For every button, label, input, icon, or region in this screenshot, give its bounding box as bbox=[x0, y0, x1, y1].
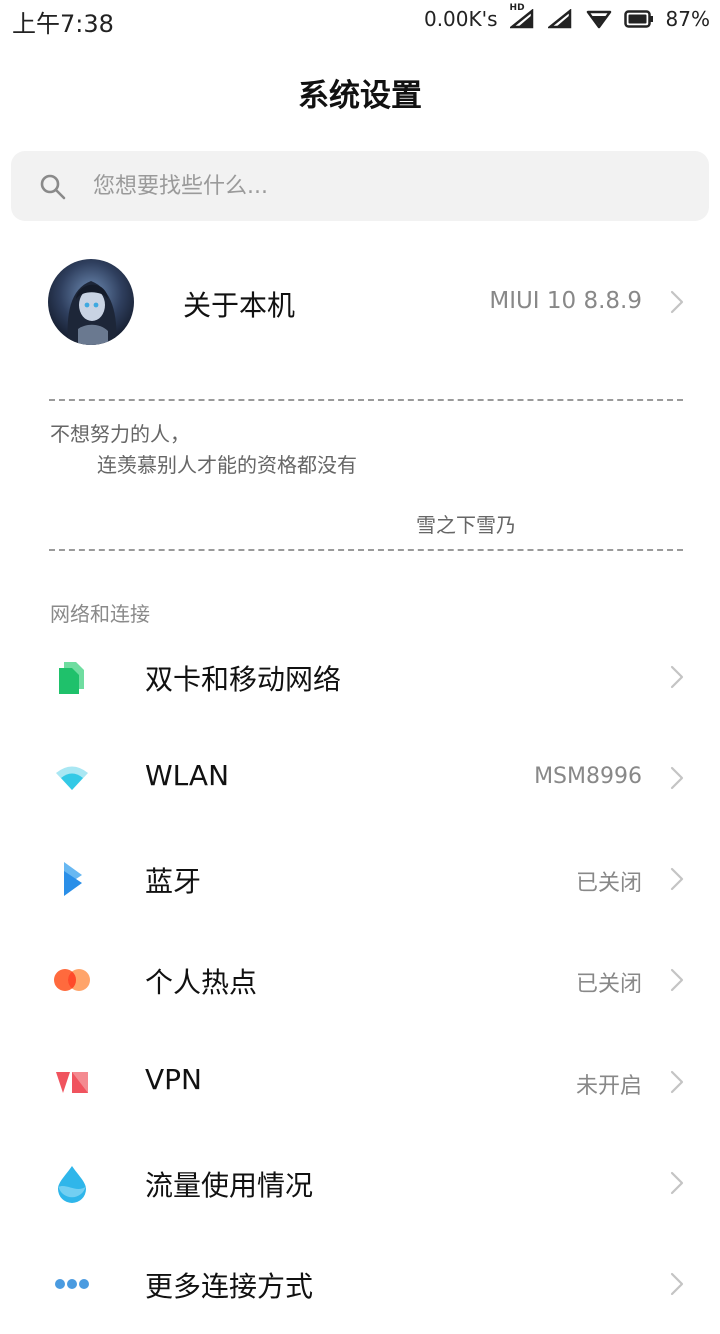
quote-author: 雪之下雪乃 bbox=[416, 513, 516, 537]
settings-item-value: 已关闭 bbox=[575, 972, 642, 997]
data-usage-icon bbox=[58, 1166, 86, 1203]
settings-item-label: WLAN bbox=[145, 759, 230, 792]
status-indicators: 0.00K's HD 87% bbox=[423, 3, 710, 32]
chevron-right-icon bbox=[670, 867, 684, 891]
search-icon bbox=[40, 174, 66, 200]
settings-item-label: 双卡和移动网络 bbox=[145, 663, 342, 696]
miui-version: MIUI 10 8.8.9 bbox=[489, 288, 642, 314]
settings-item-value: MSM8996 bbox=[534, 764, 642, 789]
hd-tag: HD bbox=[509, 3, 525, 13]
chevron-right-icon bbox=[670, 1070, 684, 1094]
settings-item-hotspot[interactable]: 个人热点 已关闭 bbox=[0, 930, 720, 1030]
settings-item-bluetooth[interactable]: 蓝牙 已关闭 bbox=[0, 829, 720, 929]
chevron-right-icon bbox=[670, 290, 684, 314]
chevron-right-icon bbox=[670, 1272, 684, 1296]
search-box[interactable] bbox=[11, 151, 709, 221]
settings-item-vpn[interactable]: VPN 未开启 bbox=[0, 1032, 720, 1132]
chevron-right-icon bbox=[670, 1171, 684, 1195]
network-speed: 0.00K's bbox=[423, 7, 498, 31]
settings-item-more-connections[interactable]: 更多连接方式 bbox=[0, 1234, 720, 1334]
signal-icon bbox=[547, 9, 574, 29]
settings-item-label: 个人热点 bbox=[145, 966, 258, 999]
chevron-right-icon bbox=[670, 968, 684, 992]
status-time: 上午7:38 bbox=[12, 10, 114, 38]
wifi-icon bbox=[586, 9, 612, 29]
page-title: 系统设置 bbox=[298, 78, 422, 114]
settings-item-data-usage[interactable]: 流量使用情况 bbox=[0, 1133, 720, 1233]
chevron-right-icon bbox=[670, 665, 684, 689]
wifi-icon bbox=[56, 766, 88, 790]
settings-item-value: 未开启 bbox=[575, 1074, 642, 1099]
vpn-icon bbox=[56, 1072, 88, 1093]
sim-card-icon bbox=[59, 662, 84, 694]
hotspot-icon bbox=[54, 969, 90, 991]
settings-item-label: 蓝牙 bbox=[145, 865, 202, 898]
avatar bbox=[48, 259, 134, 345]
settings-item-sim[interactable]: 双卡和移动网络 bbox=[0, 627, 720, 727]
chevron-right-icon bbox=[670, 766, 684, 790]
battery-icon bbox=[623, 10, 654, 28]
divider bbox=[49, 399, 683, 401]
settings-item-label: 流量使用情况 bbox=[145, 1169, 314, 1202]
quote-line: 连羡慕别人才能的资格都没有 bbox=[97, 453, 357, 477]
status-bar: 上午7:38 0.00K's HD 87% bbox=[0, 0, 720, 40]
divider bbox=[49, 549, 683, 551]
bluetooth-icon bbox=[64, 862, 82, 896]
settings-item-value: 已关闭 bbox=[575, 871, 642, 896]
signal-hd-icon: HD bbox=[509, 3, 536, 29]
settings-item-label: VPN bbox=[145, 1063, 202, 1096]
settings-item-wlan[interactable]: WLAN MSM8996 bbox=[0, 728, 720, 828]
search-input[interactable] bbox=[93, 151, 653, 221]
quote-line: 不想努力的人， bbox=[50, 422, 190, 446]
about-device-label: 关于本机 bbox=[183, 289, 296, 322]
about-device-row[interactable]: 关于本机 MIUI 10 8.8.9 bbox=[0, 252, 720, 352]
section-header: 网络和连接 bbox=[50, 602, 150, 626]
more-connections-icon bbox=[55, 1279, 89, 1289]
battery-level: 87% bbox=[665, 7, 710, 31]
settings-item-label: 更多连接方式 bbox=[145, 1270, 314, 1303]
